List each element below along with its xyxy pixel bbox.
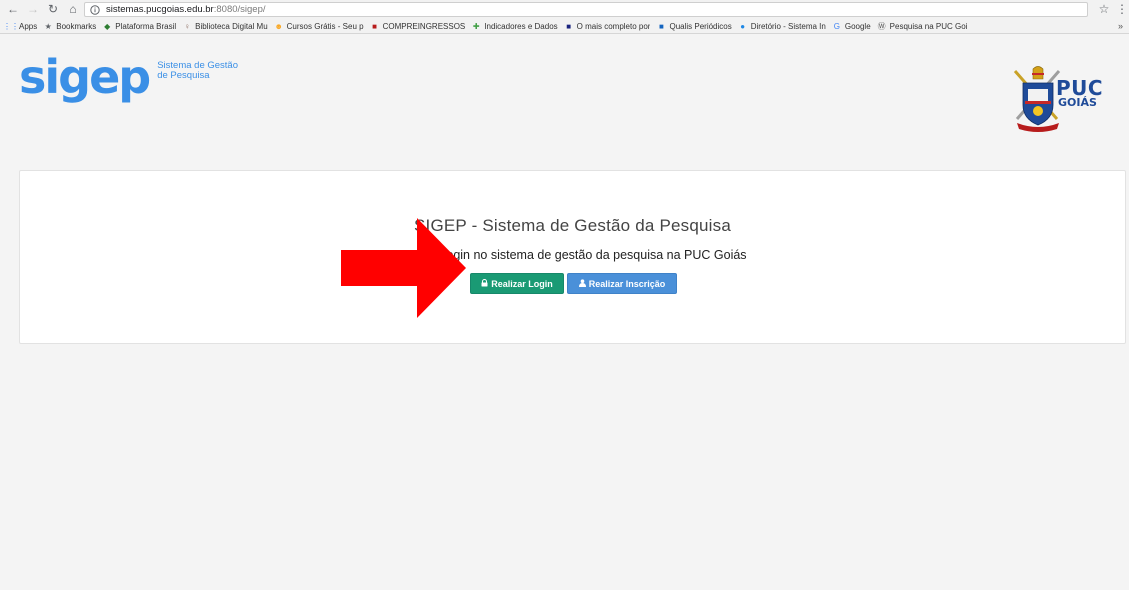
bookmark-label: Google <box>844 21 871 31</box>
puc-line1: PUC <box>1056 76 1104 100</box>
page-subtitle: Realize login no sistema de gestão da pe… <box>398 248 747 262</box>
bookmark-item[interactable]: ■ COMPREINGRESSOS <box>370 19 466 33</box>
pin-icon: ♀ <box>184 21 191 31</box>
info-icon[interactable] <box>89 4 101 16</box>
indicadores-icon: ✚ <box>472 21 480 31</box>
bookmark-label: Pesquisa na PUC Goi <box>889 21 968 31</box>
logo-wordmark: sigep <box>19 50 151 104</box>
page-title: SIGEP - Sistema de Gestão da Pesquisa <box>413 216 732 235</box>
bookmark-label: Diretório - Sistema In <box>750 21 826 31</box>
user-icon <box>578 278 586 289</box>
bookmark-item[interactable]: ♀ Biblioteca Digital Mu <box>182 19 267 33</box>
bookmark-item[interactable]: ■ Qualis Periódicos <box>656 19 732 33</box>
browser-nav-row: ← → ↻ ⌂ sistemas.pucgoias.edu.br:8080/si… <box>0 0 1129 18</box>
lock-icon <box>481 278 488 289</box>
bookmark-item[interactable]: ★ Bookmarks <box>43 19 97 33</box>
bookmark-item[interactable]: ✚ Indicadores e Dados <box>471 19 558 33</box>
signup-button-label: Realizar Inscrição <box>588 278 666 289</box>
google-icon: G <box>833 21 840 31</box>
wordpress-icon: Ⓦ <box>877 21 886 31</box>
url-host: sistemas.pucgoias.edu.br <box>106 4 214 15</box>
bookmark-item[interactable]: ◆ Plataforma Brasil <box>102 19 176 33</box>
login-button-label: Realizar Login <box>491 278 553 289</box>
forward-arrow-icon[interactable]: → <box>26 2 40 16</box>
star-icon: ★ <box>44 21 52 31</box>
bookmark-item[interactable]: ■ O mais completo por <box>564 19 651 33</box>
home-icon[interactable]: ⌂ <box>66 2 80 16</box>
reload-icon[interactable]: ↻ <box>46 2 60 16</box>
back-arrow-icon[interactable]: ← <box>6 2 20 16</box>
red-arrow-annotation <box>341 218 466 318</box>
plataforma-icon: ◆ <box>104 21 111 31</box>
bookmark-label: Indicadores e Dados <box>484 21 558 31</box>
browser-chrome: ← → ↻ ⌂ sistemas.pucgoias.edu.br:8080/si… <box>0 0 1129 34</box>
puc-line2: GOIÁS <box>1058 96 1097 109</box>
smiley-icon: ☻ <box>274 21 283 31</box>
page: sigep Sistema de Gestão de Pesquisa PUC … <box>0 35 1129 590</box>
logo-subtitle: Sistema de Gestão de Pesquisa <box>157 61 238 81</box>
bookmark-label: COMPREINGRESSOS <box>382 21 466 31</box>
bookmark-item[interactable]: ⋮⋮ Apps <box>3 19 38 33</box>
bookmark-star-icon[interactable]: ☆ <box>1097 2 1111 16</box>
bookmark-label: Biblioteca Digital Mu <box>195 21 268 31</box>
browser-menu-icon[interactable]: ⋮ <box>1116 2 1128 16</box>
address-bar[interactable]: sistemas.pucgoias.edu.br:8080/sigep/ <box>84 2 1088 17</box>
url-path: :8080/sigep/ <box>213 4 266 15</box>
logo-subtitle-line2: de Pesquisa <box>157 70 210 81</box>
bookmark-item[interactable]: Ⓦ Pesquisa na PUC Goi <box>877 19 968 33</box>
qualis-icon: ■ <box>659 21 664 31</box>
bookmark-label: Bookmarks <box>56 21 97 31</box>
puc-goias-wordmark: PUC GOIÁS <box>1056 76 1104 109</box>
signup-button[interactable]: Realizar Inscrição <box>567 273 677 294</box>
dm-icon: ■ <box>566 21 572 31</box>
bookmark-item[interactable]: ☻ Cursos Grátis - Seu p <box>274 19 364 33</box>
bookmark-label: Plataforma Brasil <box>115 21 177 31</box>
compreingressos-icon: ■ <box>372 21 377 31</box>
bookmark-item[interactable]: G Google <box>832 19 871 33</box>
bookmark-item[interactable]: ● Diretório - Sistema In <box>738 19 826 33</box>
bookmark-label: Cursos Grátis - Seu p <box>286 21 364 31</box>
bookmark-label: Qualis Periódicos <box>669 21 732 31</box>
login-button[interactable]: Realizar Login <box>470 273 564 294</box>
login-card: SIGEP - Sistema de Gestão da Pesquisa Re… <box>19 170 1126 344</box>
bookmark-label: Apps <box>19 21 38 31</box>
bookmarks-bar: ⋮⋮ Apps ★ Bookmarks ◆ Plataforma Brasil ♀ Bibli… <box>0 18 1129 34</box>
diretorio-icon: ● <box>740 21 746 31</box>
sigep-logo[interactable]: sigep Sistema de Gestão de Pesquisa <box>19 50 238 104</box>
bookmark-label: O mais completo por <box>576 21 651 31</box>
apps-grid-icon: ⋮⋮ <box>3 21 19 31</box>
bookmarks-overflow-button[interactable]: » <box>1118 18 1123 34</box>
